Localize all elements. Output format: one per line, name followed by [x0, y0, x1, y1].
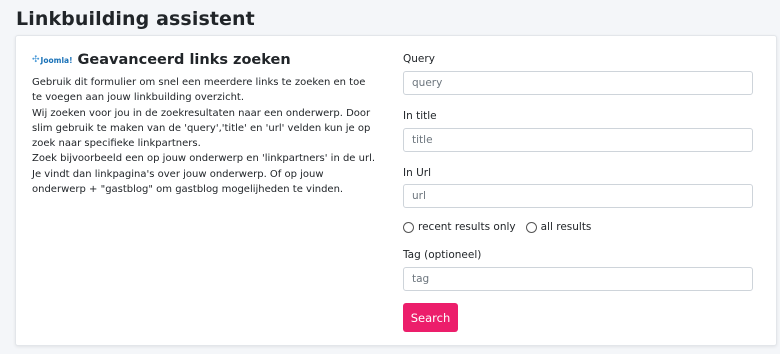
query-input[interactable]	[403, 71, 753, 95]
radio-circle-icon[interactable]	[403, 221, 414, 233]
tag-label: Tag (optioneel)	[403, 249, 482, 261]
radio-recent-label: recent results only	[418, 221, 516, 233]
url-input[interactable]	[403, 184, 753, 208]
description-paragraph: Gebruik dit formulier om snel een meerde…	[32, 77, 366, 104]
radio-all-results[interactable]: all results	[525, 221, 592, 233]
card-header: ✣ Joomla! Geavanceerd links zoeken	[32, 51, 377, 69]
query-label: Query	[403, 53, 435, 65]
page-title: Linkbuilding assistent	[16, 8, 255, 30]
joomla-icon: ✣	[32, 55, 40, 65]
tag-input[interactable]	[403, 267, 753, 291]
radio-all-label: all results	[540, 221, 592, 233]
intro-section: ✣ Joomla! Geavanceerd links zoeken Gebru…	[32, 51, 377, 197]
description-paragraph: Wij zoeken voor jou in de zoekresultaten…	[32, 107, 371, 150]
radio-circle-icon[interactable]	[525, 221, 537, 233]
search-button[interactable]: Search	[403, 303, 458, 332]
results-radio-group: recent results only all results	[403, 221, 601, 233]
title-label: In title	[403, 110, 437, 122]
joomla-logo-text: Joomla!	[40, 55, 73, 65]
description-paragraph: Zoek bijvoorbeeld een op jouw onderwerp …	[32, 153, 376, 196]
card-title: Geavanceerd links zoeken	[77, 52, 291, 68]
title-input[interactable]	[403, 128, 753, 152]
advanced-search-card: ✣ Joomla! Geavanceerd links zoeken Gebru…	[15, 35, 777, 346]
radio-recent-results[interactable]: recent results only	[403, 221, 516, 233]
url-label: In Url	[403, 167, 432, 179]
card-description: Gebruik dit formulier om snel een meerde…	[32, 75, 377, 197]
joomla-logo: ✣ Joomla!	[32, 55, 73, 65]
